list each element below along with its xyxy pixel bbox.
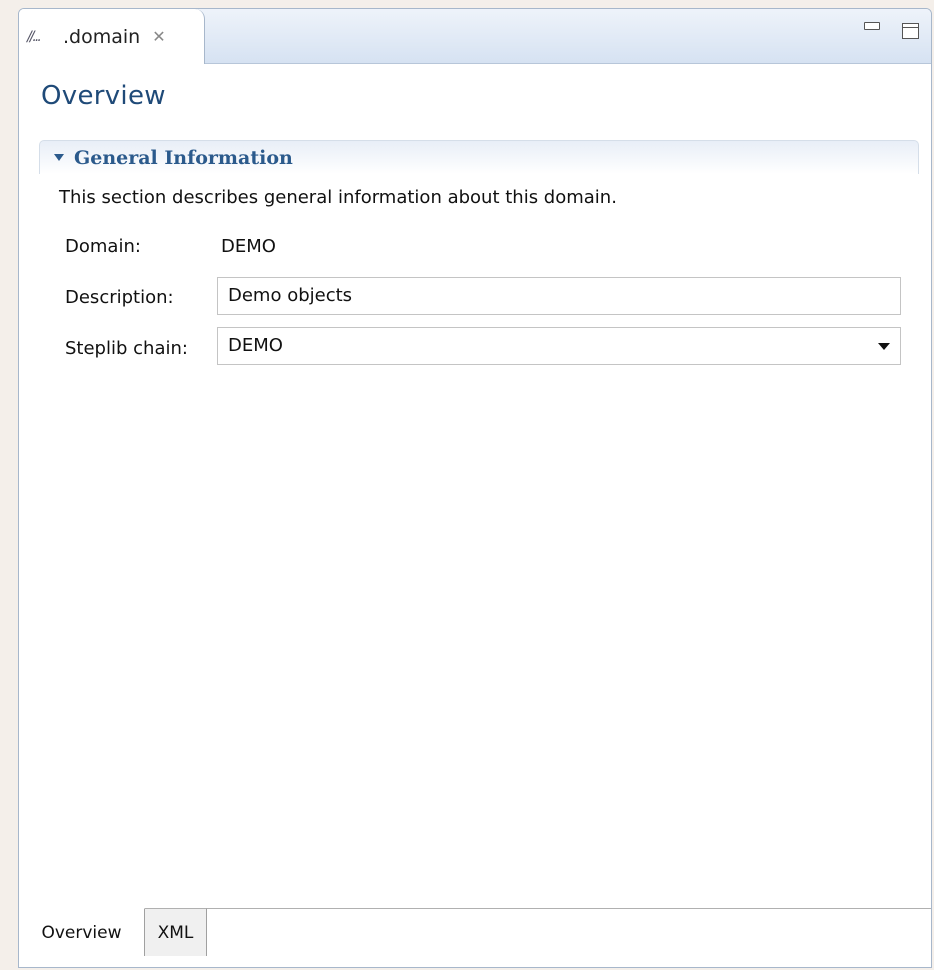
editor-tab-label: .domain	[63, 25, 141, 48]
section-description: This section describes general informati…	[59, 187, 617, 208]
domain-file-icon: //...	[27, 28, 42, 45]
section-header[interactable]: General Information	[39, 140, 919, 174]
window-controls	[864, 22, 919, 39]
bottom-tab-bar: Overview XML	[19, 908, 931, 961]
tab-xml[interactable]: XML	[145, 908, 207, 956]
general-information-section: General Information This section describ…	[39, 140, 919, 365]
section-title: General Information	[74, 146, 293, 169]
editor-tab-domain[interactable]: //... .domain ✕	[19, 9, 205, 64]
minimize-icon[interactable]	[864, 22, 880, 30]
description-label: Description:	[65, 287, 174, 308]
close-icon[interactable]: ✕	[152, 27, 165, 46]
chevron-down-icon[interactable]	[878, 343, 890, 350]
tab-overview[interactable]: Overview	[19, 908, 145, 956]
collapse-triangle-icon[interactable]	[54, 154, 64, 161]
domain-label: Domain:	[65, 236, 141, 257]
steplib-chain-value: DEMO	[228, 335, 283, 356]
maximize-icon[interactable]	[902, 23, 919, 39]
domain-editor: //... .domain ✕ Overview General Informa…	[18, 8, 932, 968]
page-title: Overview	[41, 81, 166, 111]
steplib-chain-label: Steplib chain:	[65, 338, 188, 359]
editor-tab-bar: //... .domain ✕	[19, 9, 931, 64]
description-field[interactable]: Demo objects	[217, 277, 901, 315]
domain-value: DEMO	[221, 236, 276, 257]
steplib-chain-select[interactable]: DEMO	[217, 327, 901, 365]
